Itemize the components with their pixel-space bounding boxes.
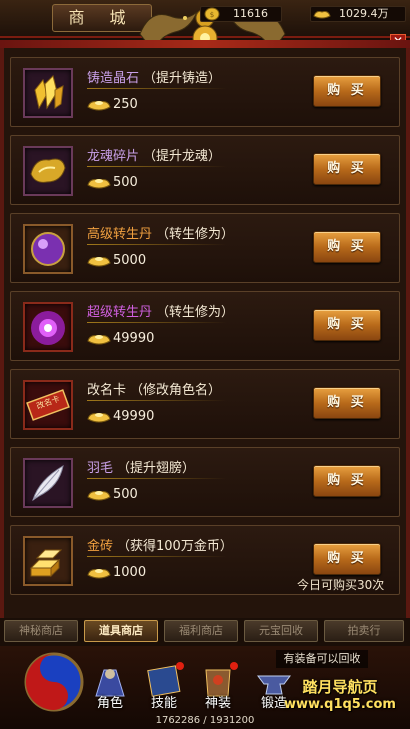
skill-label: 技能	[150, 696, 177, 711]
item-name: 高级转生丹	[87, 227, 153, 242]
recycle-notice[interactable]: 有装备可以回收	[276, 650, 368, 668]
price-value: 500	[113, 487, 138, 502]
svg-text:$: $	[210, 11, 214, 19]
purple-elixir-icon	[31, 311, 65, 345]
divider	[87, 322, 227, 323]
price-value: 1000	[113, 565, 147, 580]
buy-button[interactable]: 购 买	[313, 75, 381, 107]
dragon-soul-shard-icon	[30, 158, 66, 183]
item-name: 超级转生丹	[87, 305, 153, 320]
gold-amount: 11616	[233, 7, 268, 20]
buy-button[interactable]: 购 买	[313, 543, 381, 575]
divider	[87, 556, 227, 557]
gold-ingot-icon	[87, 179, 111, 189]
experience-readout: 1762286 / 1931200	[155, 715, 255, 726]
item-price: 49990	[87, 328, 154, 350]
price-value: 500	[113, 175, 138, 190]
item-price: 49990	[87, 406, 154, 428]
skill-button[interactable]: 技能	[140, 662, 188, 711]
item-price: 5000	[87, 250, 146, 272]
item-description: （提升铸造）	[143, 71, 222, 86]
divider	[87, 244, 227, 245]
item-description: （提升龙魂）	[143, 149, 222, 164]
item-icon-slot[interactable]	[23, 536, 73, 586]
item-icon-slot[interactable]	[23, 302, 73, 352]
notification-dot	[230, 662, 238, 670]
purple-orb-icon	[31, 232, 65, 266]
gold-ingot-icon	[87, 335, 111, 345]
item-description: （提升翅膀）	[117, 461, 196, 476]
item-icon-slot[interactable]	[23, 68, 73, 118]
buy-button[interactable]: 购 买	[313, 153, 381, 185]
daily-purchase-limit: 今日可购买30次	[297, 578, 385, 592]
gold-coin-icon: $	[204, 7, 220, 21]
tab-item-shop[interactable]: 道具商店	[84, 620, 158, 642]
divine-gear-label: 神装	[204, 696, 231, 711]
gold-ingot-icon	[87, 101, 111, 111]
feather-icon	[32, 465, 64, 502]
gold-ingot-icon	[87, 491, 111, 501]
item-description: （转生修为）	[156, 227, 235, 242]
yellow-crystal-icon	[34, 75, 64, 110]
item-price: 1000	[87, 562, 146, 584]
tab-auction-house[interactable]: 拍卖行	[324, 620, 404, 642]
item-name: 改名卡	[87, 383, 127, 398]
divider	[87, 400, 227, 401]
character-button[interactable]: 角色	[86, 662, 134, 711]
ingot-display: 1029.4万	[310, 6, 406, 22]
tab-mystery-shop[interactable]: 神秘商店	[4, 620, 78, 642]
buy-button[interactable]: 购 买	[313, 465, 381, 497]
item-name: 龙魂碎片	[87, 149, 140, 164]
watermark-title: 踏月导航页	[302, 678, 378, 696]
item-icon-slot[interactable]: 改名卡	[23, 380, 73, 430]
item-name: 羽毛	[87, 461, 114, 476]
item-icon-slot[interactable]	[23, 146, 73, 196]
tab-ingot-recycle[interactable]: 元宝回收	[244, 620, 318, 642]
item-name: 铸造晶石	[87, 71, 140, 86]
gold-ingot-icon	[87, 569, 111, 579]
price-value: 5000	[113, 253, 147, 268]
shop-item-row: 铸造晶石 （提升铸造） 250 购 买	[10, 57, 400, 127]
buy-button[interactable]: 购 买	[313, 309, 381, 341]
item-price: 500	[87, 172, 138, 194]
hp-mp-orb-icon	[24, 652, 84, 712]
item-name: 金砖	[87, 539, 114, 554]
item-price: 500	[87, 484, 138, 506]
shop-item-row: 改名卡 改名卡 （修改角色名） 49990 购 买	[10, 369, 400, 439]
watermark-url: www.q1q5.com	[284, 697, 396, 712]
divider	[87, 166, 227, 167]
character-label: 角色	[96, 696, 123, 711]
top-bar: 商 城 $ 11616 1029.4万	[0, 0, 410, 51]
divider	[87, 88, 227, 89]
shop-item-row: 高级转生丹 （转生修为） 5000 购 买	[10, 213, 400, 283]
price-value: 49990	[113, 409, 155, 424]
shop-tab-bar: 神秘商店 道具商店 福利商店 元宝回收 拍卖行	[0, 618, 410, 646]
gold-ingot-icon	[313, 11, 331, 19]
gold-ingot-icon	[87, 413, 111, 423]
buy-button[interactable]: 购 买	[313, 387, 381, 419]
item-icon-slot[interactable]	[23, 458, 73, 508]
buy-button[interactable]: 购 买	[313, 231, 381, 263]
item-price: 250	[87, 94, 138, 116]
price-value: 250	[113, 97, 138, 112]
item-description: （获得100万金币）	[117, 539, 233, 554]
shop-item-row: 超级转生丹 （转生修为） 49990 购 买	[10, 291, 400, 361]
tab-welfare-shop[interactable]: 福利商店	[164, 620, 238, 642]
gold-display: $ 11616	[200, 6, 282, 22]
shop-item-row: 羽毛 （提升翅膀） 500 购 买	[10, 447, 400, 517]
item-description: （转生修为）	[156, 305, 235, 320]
item-description: （修改角色名）	[130, 383, 222, 398]
divine-gear-button[interactable]: 神装	[194, 662, 242, 711]
gold-ingot-icon	[87, 257, 111, 267]
item-icon-slot[interactable]	[23, 224, 73, 274]
ingot-amount: 1029.4万	[339, 7, 389, 20]
notification-dot	[176, 662, 184, 670]
shop-item-row: 龙魂碎片 （提升龙魂） 500 购 买	[10, 135, 400, 205]
gold-brick-icon	[29, 549, 63, 578]
price-value: 49990	[113, 331, 155, 346]
watermark: 踏月导航页 www.q1q5.com	[270, 676, 410, 712]
divider	[87, 478, 227, 479]
